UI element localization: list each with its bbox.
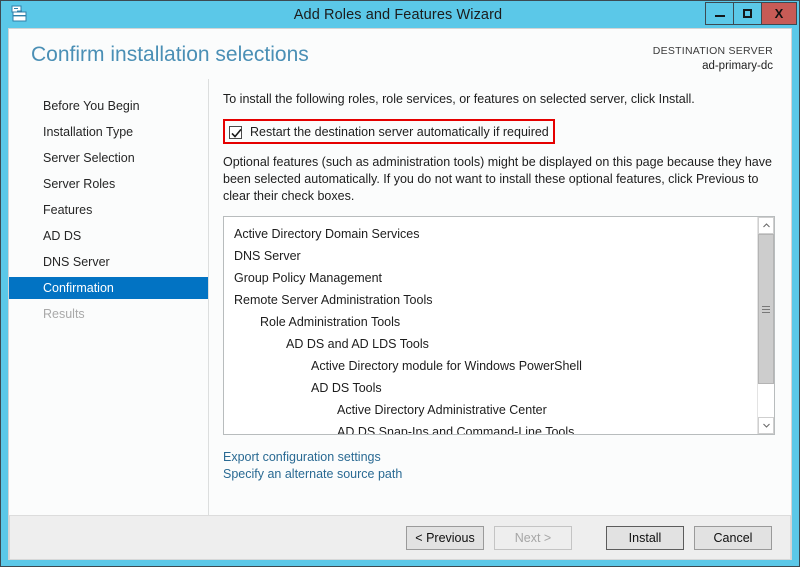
sidebar-item-before-you-begin[interactable]: Before You Begin	[9, 95, 208, 117]
sidebar-item-server-roles[interactable]: Server Roles	[9, 173, 208, 195]
destination-server-label: DESTINATION SERVER	[652, 45, 773, 57]
list-item[interactable]: AD DS and AD LDS Tools	[224, 333, 757, 355]
list-item[interactable]: Remote Server Administration Tools	[224, 289, 757, 311]
scroll-up-button[interactable]	[758, 217, 774, 234]
cancel-button[interactable]: Cancel	[694, 525, 772, 550]
scrollbar-thumb[interactable]	[758, 234, 774, 384]
title-bar[interactable]: Add Roles and Features Wizard X	[8, 1, 797, 28]
next-button: Next >	[494, 525, 572, 550]
list-item[interactable]: Role Administration Tools	[224, 311, 757, 333]
page-header: Confirm installation selections DESTINAT…	[9, 29, 791, 79]
maximize-button[interactable]	[733, 2, 761, 25]
listbox-scrollbar[interactable]	[757, 217, 774, 434]
sidebar-item-server-selection[interactable]: Server Selection	[9, 147, 208, 169]
close-button[interactable]: X	[761, 2, 797, 25]
page-title: Confirm installation selections	[31, 43, 309, 66]
destination-server: DESTINATION SERVER ad-primary-dc	[653, 43, 773, 73]
restart-checkbox-highlight: Restart the destination server automatic…	[223, 119, 555, 144]
sidebar-item-features[interactable]: Features	[9, 199, 208, 221]
list-item[interactable]: DNS Server	[224, 245, 757, 267]
scroll-down-button[interactable]	[758, 417, 774, 434]
sidebar-item-ad-ds[interactable]: AD DS	[9, 225, 208, 247]
restart-checkbox[interactable]	[229, 125, 242, 139]
checkmark-icon	[231, 128, 242, 138]
wizard-footer: < Previous Next > Install Cancel	[9, 515, 791, 560]
maximize-icon	[743, 9, 752, 18]
export-configuration-settings-link[interactable]: Export configuration settings	[223, 449, 775, 466]
server-wizard-icon	[9, 4, 29, 24]
list-item[interactable]: Active Directory module for Windows Powe…	[224, 355, 757, 377]
window-controls: X	[705, 2, 797, 25]
sidebar-item-dns-server[interactable]: DNS Server	[9, 251, 208, 273]
wizard-steps-sidebar: Before You Begin Installation Type Serve…	[9, 79, 209, 515]
selected-features-listbox[interactable]: Active Directory Domain Services DNS Ser…	[223, 216, 775, 435]
intro-text: To install the following roles, role ser…	[223, 92, 695, 106]
chevron-up-icon	[762, 223, 770, 228]
scrollbar-grip-icon	[762, 304, 770, 315]
window-title: Add Roles and Features Wizard	[293, 6, 503, 23]
specify-alternate-source-path-link[interactable]: Specify an alternate source path	[223, 466, 775, 483]
sidebar-item-results: Results	[43, 307, 85, 321]
list-item[interactable]: Group Policy Management	[224, 267, 757, 289]
list-item[interactable]: AD DS Snap-Ins and Command-Line Tools	[224, 421, 757, 434]
list-item[interactable]: Active Directory Administrative Center	[224, 399, 757, 421]
sidebar-item-installation-type[interactable]: Installation Type	[9, 121, 208, 143]
minimize-button[interactable]	[705, 2, 733, 25]
wizard-window: Add Roles and Features Wizard X Confirm …	[0, 0, 800, 567]
action-links: Export configuration settings Specify an…	[223, 449, 775, 483]
list-item[interactable]: AD DS Tools	[224, 377, 757, 399]
content-panel: To install the following roles, role ser…	[209, 79, 791, 515]
list-item[interactable]: Active Directory Domain Services	[224, 223, 757, 245]
install-button[interactable]: Install	[606, 525, 684, 550]
destination-server-value: ad-primary-dc	[702, 60, 773, 72]
restart-checkbox-row[interactable]: Restart the destination server automatic…	[229, 125, 549, 139]
restart-checkbox-label: Restart the destination server automatic…	[250, 125, 549, 139]
scrollbar-track[interactable]	[758, 234, 774, 417]
feature-list: Active Directory Domain Services DNS Ser…	[224, 217, 757, 434]
previous-button[interactable]: < Previous	[406, 525, 484, 550]
minimize-icon	[714, 15, 725, 17]
client-area: Confirm installation selections DESTINAT…	[8, 28, 792, 560]
optional-features-text: Optional features (such as administratio…	[223, 155, 772, 203]
body-row: Before You Begin Installation Type Serve…	[9, 79, 791, 515]
sidebar-item-confirmation[interactable]: Confirmation	[9, 277, 208, 299]
chevron-down-icon	[762, 423, 770, 428]
